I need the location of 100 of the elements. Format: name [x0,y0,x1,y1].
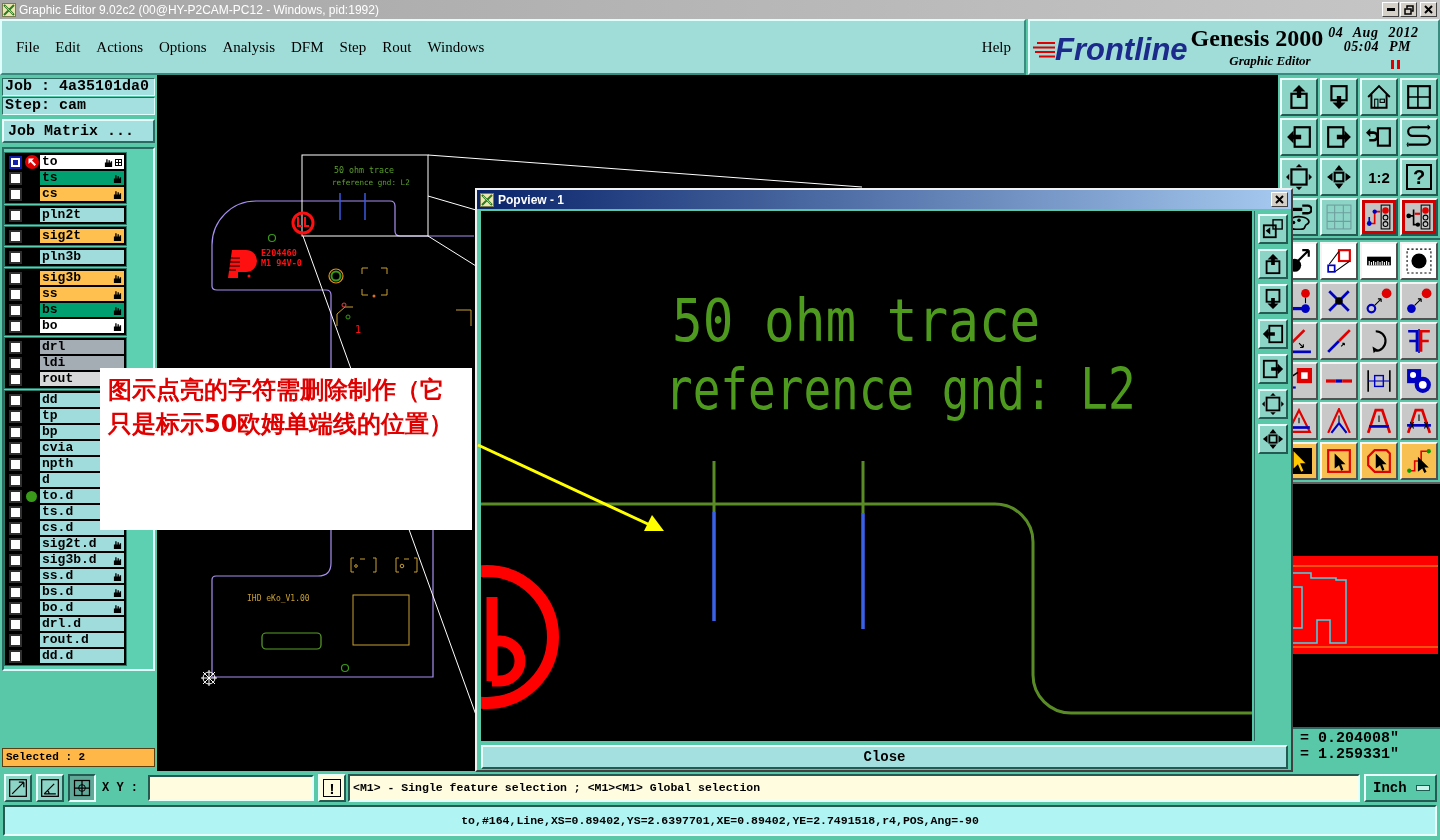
layer-name[interactable]: bs.d [40,585,124,599]
layer-name[interactable]: bs [40,303,124,317]
layer-checkbox[interactable] [8,187,22,201]
layer-checkbox[interactable] [8,287,22,301]
menu-item[interactable]: File [16,38,40,56]
layer-checkbox[interactable] [8,569,22,583]
box-right-arrow-icon [1326,124,1352,150]
menu-item[interactable]: Help [981,38,1011,56]
scale-button[interactable]: 1:2 [1360,158,1398,196]
layer-name[interactable]: to [40,155,124,169]
dimension-icon [1366,368,1392,394]
layer-name[interactable]: dd.d [40,649,124,663]
chip-outline [352,594,410,646]
confirm-button[interactable]: ! [318,774,346,802]
menu-item[interactable]: Actions [96,38,143,56]
layer-name[interactable]: sig2t.d [40,537,124,551]
menu-item[interactable]: Analysis [222,38,276,56]
hint-message: <M1> - Single feature selection ; <M1><M1> Global selection [348,774,1360,802]
date-text: 04 Aug 2012 [1328,25,1419,40]
layer-name[interactable]: pln3b [40,250,124,264]
layer-checkbox[interactable] [8,271,22,285]
layer-checkbox[interactable] [8,505,22,519]
layer-checkbox[interactable] [8,356,22,370]
layer-name[interactable]: sig2t [40,229,124,243]
zoom-fit-arrows-icon [1261,393,1284,415]
layer-checkbox[interactable] [8,457,22,471]
layer-name[interactable]: bo.d [40,601,124,615]
layer-name[interactable]: drl [40,340,124,354]
menu-item[interactable]: Rout [382,38,412,56]
layer-checkbox[interactable] [8,303,22,317]
layer-checkbox[interactable] [8,372,22,386]
triangle-cross-icon [1406,408,1432,434]
layer-checkbox[interactable] [8,340,22,354]
dots-arrow-icon [1406,288,1432,314]
tool-button[interactable] [68,774,96,802]
menu-item[interactable]: Step [339,38,367,56]
layer-name[interactable]: ts [40,171,124,185]
xy-input-field[interactable] [148,775,314,801]
undo-box-icon [1366,124,1392,150]
step-label: Step: cam [2,97,155,115]
layer-checkbox[interactable] [8,425,22,439]
layer-checkbox[interactable] [8,553,22,567]
s-curve-icon [1406,124,1432,150]
close-button[interactable] [1271,192,1288,207]
layer-checkbox[interactable] [8,537,22,551]
menu-item[interactable]: Options [159,38,207,56]
layer-name[interactable]: ldi [40,356,124,370]
layer-name[interactable]: sig3b [40,271,124,285]
layer-checkbox[interactable] [8,633,22,647]
layer-checkbox[interactable] [8,208,22,222]
layer-checkbox[interactable] [8,171,22,185]
diagonal-arrow-box-icon [8,778,28,798]
units-dropdown[interactable]: Inch [1364,774,1437,802]
app-logo-icon [480,192,494,207]
layer-checkbox[interactable] [8,393,22,407]
layer-checkbox[interactable] [8,489,22,503]
layer-name[interactable]: pln2t [40,208,124,222]
layer-name[interactable]: ss.d [40,569,124,583]
layer-checkbox[interactable] [8,441,22,455]
help-button[interactable]: ? [1400,158,1438,196]
layer-checkbox[interactable] [8,601,22,615]
angle-icon [40,778,60,798]
via-icon [267,233,277,243]
option-indicator-icon [1416,785,1430,791]
layer-checkbox[interactable] [8,585,22,599]
layer-name[interactable]: sig3b.d [40,553,124,567]
pointer-octagon-icon [1366,448,1392,474]
pointer-path-icon [1406,448,1432,474]
menu-item[interactable]: DFM [291,38,324,56]
layer-name[interactable]: drl.d [40,617,124,631]
menu-item[interactable]: Edit [55,38,81,56]
layer-checkbox[interactable] [8,250,22,264]
minimize-button[interactable] [1382,2,1399,17]
job-matrix-button[interactable]: Job Matrix ... [2,119,155,143]
layer-checkbox[interactable] [8,229,22,243]
ring-dot-arrow-icon [1366,288,1392,314]
marking-text: E204460 [261,248,297,258]
layer-checkbox[interactable] [8,617,22,631]
marking-text: M1 94V-0 [261,258,302,268]
layer-checkbox[interactable] [8,649,22,663]
layer-checkbox[interactable] [8,319,22,333]
speed-stripes-icon [1033,42,1055,58]
popview-title: Popview - 1 [498,192,566,207]
layer-name[interactable]: ss [40,287,124,301]
layer-checkbox[interactable] [8,155,22,169]
restore-button[interactable] [1400,2,1417,17]
coordinate-readout: = 1.259331" [1300,747,1401,763]
layer-checkbox[interactable] [8,521,22,535]
close-button[interactable] [1420,2,1437,17]
layer-name[interactable]: bo [40,319,124,333]
menu-item[interactable]: Windows [427,38,485,56]
layer-name[interactable]: cs [40,187,124,201]
product-name: Genesis 2000 [1190,25,1324,51]
layer-checkbox[interactable] [8,409,22,423]
layer-name[interactable]: rout.d [40,633,124,647]
close-button[interactable]: Close [481,745,1288,769]
linked-squares-icon [1326,248,1352,274]
layer-checkbox[interactable] [8,473,22,487]
zoom-fit-arrows-icon [1286,164,1312,190]
zoom-canvas[interactable]: 50 ohm trace reference gnd: L2 [481,211,1252,741]
